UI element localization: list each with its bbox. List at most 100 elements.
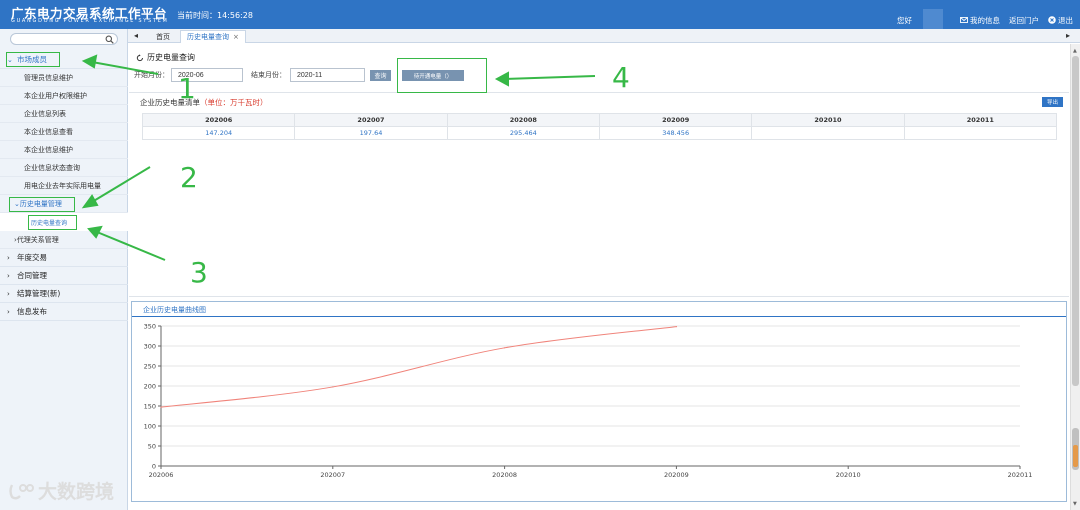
chevron-right-icon: › bbox=[7, 271, 10, 280]
main-content: 历史电量查询 开始月份： 结束月份： 查询 待开通电量（） 企业历史电量清单（单… bbox=[129, 44, 1069, 510]
series-line bbox=[160, 326, 677, 408]
filter-bar: 开始月份： 结束月份： bbox=[134, 68, 365, 82]
watermark-logo-icon bbox=[9, 483, 34, 499]
annotation-number-3: 3 bbox=[190, 256, 208, 289]
search-icon[interactable] bbox=[105, 35, 114, 44]
sidebar-group-annual[interactable]: › 年度交易 bbox=[0, 249, 128, 267]
scroll-down-icon[interactable]: ▼ bbox=[1073, 501, 1077, 507]
annotation-number-2: 2 bbox=[180, 161, 198, 194]
section-title: 企业历史电量清单（单位：万千瓦时） bbox=[140, 97, 268, 108]
data-point bbox=[504, 347, 506, 349]
y-tick-label: 300 bbox=[144, 343, 156, 351]
page-title-text: 历史电量查询 bbox=[147, 53, 195, 62]
greeting: 您好 bbox=[897, 15, 912, 25]
sidebar-group-settlement[interactable]: › 结算管理(新) bbox=[0, 285, 128, 303]
table-cell: 295.464 bbox=[446, 126, 600, 140]
logout-link[interactable]: 退出 bbox=[1048, 15, 1073, 26]
tab-close-icon[interactable]: × bbox=[233, 33, 239, 41]
top-header: 广东电力交易系统工作平台 GUANGDONG POWER EXCHANGE SY… bbox=[0, 0, 1080, 31]
sidebar-group-label: 年度交易 bbox=[17, 253, 47, 262]
chevron-right-icon: › bbox=[7, 307, 10, 316]
x-tick-label: 202007 bbox=[320, 471, 345, 479]
sidebar-item-admin-info[interactable]: 管理员信息维护 bbox=[0, 69, 128, 87]
portal-link[interactable]: 返回门户 bbox=[1009, 15, 1039, 26]
sidebar: ⌄ 市场成员 管理员信息维护 本企业用户权限维护 企业信息列表 本企业信息查看 … bbox=[0, 29, 128, 510]
sidebar-item-last-year-usage[interactable]: 用电企业去年实际用电量 bbox=[0, 177, 128, 195]
tab-scroll-right-icon[interactable]: ▸ bbox=[1066, 31, 1070, 40]
page-title: 历史电量查询 bbox=[136, 52, 195, 63]
scrollbar[interactable]: ▲ ▼ bbox=[1070, 44, 1080, 510]
sidebar-group-agency[interactable]: › 代理关系管理 bbox=[0, 231, 128, 249]
table-header-cell: 202009 bbox=[598, 113, 753, 127]
x-tick-label: 202006 bbox=[149, 471, 174, 479]
x-tick-label: 202010 bbox=[836, 471, 861, 479]
sidebar-item-company-view[interactable]: 本企业信息查看 bbox=[0, 123, 128, 141]
table-cell: 348.456 bbox=[598, 126, 753, 140]
y-tick-label: 150 bbox=[144, 403, 156, 411]
sidebar-item-user-permissions[interactable]: 本企业用户权限维护 bbox=[0, 87, 128, 105]
my-info-label: 我的信息 bbox=[970, 15, 1000, 25]
table-header-cell: 202007 bbox=[294, 113, 448, 127]
chevron-right-icon: › bbox=[7, 253, 10, 262]
x-tick-label: 202009 bbox=[664, 471, 689, 479]
y-tick-label: 0 bbox=[152, 463, 156, 471]
y-tick-label: 350 bbox=[144, 323, 156, 331]
sidebar-group-info[interactable]: › 信息发布 bbox=[0, 303, 128, 321]
annotation-box-4 bbox=[397, 58, 487, 93]
watermark-text: 大数跨境 bbox=[38, 481, 115, 503]
table-header-cell: 202008 bbox=[446, 113, 600, 127]
table-header-row: 202006 202007 202008 202009 202010 20201… bbox=[141, 113, 1058, 127]
sidebar-item-company-edit[interactable]: 本企业信息维护 bbox=[0, 141, 128, 159]
table-header-cell: 202010 bbox=[751, 113, 905, 127]
avatar bbox=[923, 9, 943, 31]
annotation-number-4: 4 bbox=[612, 61, 630, 94]
unit-note: （单位：万千瓦时） bbox=[200, 98, 268, 107]
y-tick-label: 250 bbox=[144, 363, 156, 371]
annotation-box-1 bbox=[6, 52, 60, 67]
sidebar-item-company-status[interactable]: 企业信息状态查询 bbox=[0, 159, 128, 177]
table-header-cell: 202006 bbox=[141, 113, 296, 127]
y-tick-label: 200 bbox=[144, 383, 156, 391]
header-actions: 您好 我的信息 返回门户 退出 bbox=[897, 9, 1073, 31]
annotation-box-3 bbox=[28, 215, 77, 230]
line-chart: 0 50 100 150 200 250 300 350 202006 202007 202008 2… bbox=[144, 323, 1033, 480]
my-info-link[interactable]: 我的信息 bbox=[960, 15, 1000, 26]
scrollbar-track-thumb[interactable] bbox=[1072, 56, 1079, 386]
x-tick-label: 202008 bbox=[492, 471, 517, 479]
scroll-up-icon[interactable]: ▲ bbox=[1073, 48, 1077, 54]
query-button[interactable]: 查询 bbox=[370, 70, 391, 81]
close-circle-icon bbox=[1048, 16, 1056, 24]
history-table: 202006 202007 202008 202009 202010 20201… bbox=[141, 113, 1058, 140]
y-tick-label: 100 bbox=[144, 423, 156, 431]
sidebar-group-label: 信息发布 bbox=[17, 307, 47, 316]
tab-scroll-left-icon[interactable]: ◂ bbox=[134, 31, 138, 40]
mail-icon bbox=[960, 17, 968, 23]
export-button[interactable]: 导出 bbox=[1042, 97, 1063, 107]
chart-title: 企业历史电量曲线图 bbox=[143, 306, 206, 314]
scrollbar-thumb-highlight bbox=[1073, 445, 1078, 467]
current-time: 当前时间：14:56:28 bbox=[177, 11, 253, 20]
table-cell: 197.64 bbox=[294, 126, 448, 140]
sidebar-group-label: 合同管理 bbox=[17, 271, 47, 280]
annotation-box-2 bbox=[9, 197, 75, 212]
sidebar-group-contract[interactable]: › 合同管理 bbox=[0, 267, 128, 285]
end-month-input[interactable] bbox=[290, 68, 365, 82]
sidebar-group-label: 代理关系管理 bbox=[16, 235, 59, 244]
refresh-icon bbox=[136, 53, 143, 61]
search-input[interactable] bbox=[16, 35, 104, 44]
chart-panel: 企业历史电量曲线图 0 50 100 150 200 250 300 350 202006 202… bbox=[131, 301, 1067, 502]
annotation-number-1: 1 bbox=[178, 72, 196, 105]
sidebar-item-company-list[interactable]: 企业信息列表 bbox=[0, 105, 128, 123]
tab-home[interactable]: 首页 bbox=[150, 30, 176, 43]
sidebar-menu: ⌄ 市场成员 管理员信息维护 本企业用户权限维护 企业信息列表 本企业信息查看 … bbox=[0, 51, 128, 321]
tab-history-query[interactable]: 历史电量查询 × bbox=[180, 30, 246, 43]
watermark: 大数跨境 bbox=[8, 477, 114, 504]
sidebar-group-label: 结算管理(新) bbox=[17, 289, 61, 298]
table-row: 147.204 197.64 295.464 348.456 bbox=[141, 126, 1058, 140]
divider bbox=[129, 92, 1069, 93]
data-point bbox=[675, 326, 678, 328]
portal-label: 返回门户 bbox=[1009, 15, 1039, 25]
data-point bbox=[160, 406, 162, 408]
tab-label: 首页 bbox=[156, 32, 170, 41]
app-subtitle: GUANGDONG POWER EXCHANGE SYSTEM bbox=[11, 18, 169, 24]
